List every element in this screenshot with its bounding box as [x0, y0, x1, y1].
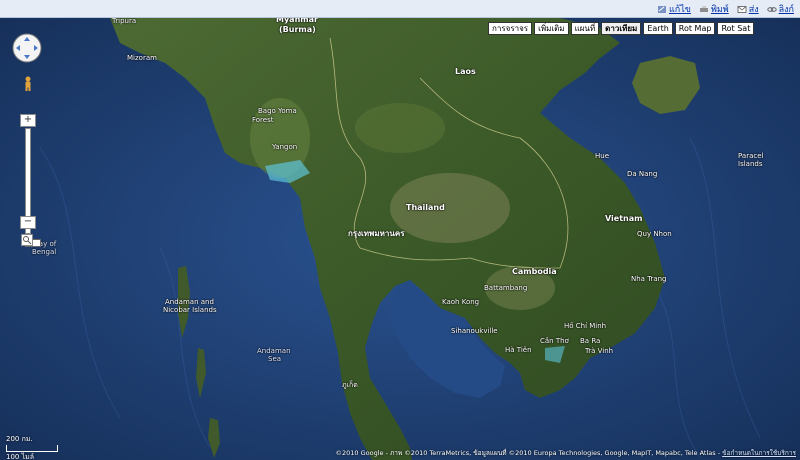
label-sihanoukville: Sihanoukville: [451, 327, 498, 335]
label-nha-trang: Nha Trang: [631, 275, 667, 283]
top-links: แก้ไข พิมพ์ ส่ง ลิงก์: [657, 2, 794, 16]
send-link[interactable]: ส่ง: [737, 2, 759, 16]
label-bangkok: กรุงเทพมหานคร: [348, 229, 405, 238]
map-type-button[interactable]: ดาวเทียม: [601, 22, 642, 35]
label-tra-vinh: Trà Vinh: [585, 347, 614, 355]
print-link[interactable]: พิมพ์: [699, 2, 729, 16]
edit-link[interactable]: แก้ไข: [657, 2, 691, 16]
scale-mi: 100 ไมล์: [6, 453, 35, 460]
label-islands: Islands: [738, 160, 763, 168]
label-can-tho: Cần Thơ: [540, 337, 569, 345]
label-sea: Sea: [268, 355, 282, 363]
map-type-button[interactable]: Earth: [643, 22, 673, 35]
map-type-button[interactable]: เพิ่มเติม: [534, 22, 569, 35]
label-ba-ra: Ba Ra: [580, 337, 601, 345]
map-type-button[interactable]: Rot Map: [674, 22, 716, 35]
zoom-in-button[interactable]: +: [20, 114, 36, 127]
mail-icon: [737, 5, 747, 13]
label-ho-chi-minh: Hồ Chí Minh: [564, 322, 607, 330]
chain-link-icon: [766, 6, 777, 12]
label-thailand: Thailand: [406, 203, 445, 212]
label-forest: Forest: [252, 116, 274, 124]
label-phuket: ภูเก็ต: [342, 381, 358, 389]
zoom-control: + −: [20, 76, 41, 248]
label-kaoh-kong: Kaoh Kong: [442, 298, 480, 306]
label-andaman-sea: Andaman: [257, 347, 291, 355]
map-type-button[interactable]: แผนที่: [570, 22, 600, 35]
label-da-nang: Da Nang: [627, 170, 658, 178]
label-cambodia: Cambodia: [512, 267, 557, 276]
copyright-notice: ©2010 Google - ภาพ ©2010 TerraMetrics, ข…: [335, 449, 796, 457]
scale-km: 200 กม.: [6, 435, 33, 443]
print-icon: [699, 5, 708, 12]
edit-icon: [658, 5, 666, 13]
label-bago-yoma: Bago Yoma: [258, 107, 297, 115]
map-app: แก้ไข พิมพ์ ส่ง ลิงก์ Tripura Mizoram My…: [0, 0, 800, 460]
top-link-bar: แก้ไข พิมพ์ ส่ง ลิงก์: [0, 0, 800, 18]
label-vietnam: Vietnam: [605, 214, 643, 223]
pegman-icon[interactable]: [21, 76, 35, 92]
label-paracel: Paracel: [738, 152, 764, 160]
pan-control[interactable]: [11, 32, 43, 64]
link-link[interactable]: ลิงก์: [766, 2, 794, 16]
label-mizoram: Mizoram: [127, 54, 157, 62]
map-type-button[interactable]: Rot Sat: [717, 22, 755, 35]
terms-link[interactable]: ข้อกำหนดในการใช้บริการ: [722, 449, 796, 457]
map-type-button[interactable]: การจราจร: [488, 22, 533, 35]
zoom-out-button[interactable]: −: [20, 216, 36, 229]
label-yangon: Yangon: [272, 143, 298, 151]
label-burma: (Burma): [279, 25, 316, 34]
label-ha-tien: Hà Tiên: [505, 346, 532, 354]
zoom-box-icon[interactable]: [21, 234, 33, 246]
scale-bar: 200 กม. 100 ไมล์: [6, 434, 58, 460]
label-battambang: Battambang: [484, 284, 528, 292]
label-nicobar-islands: Nicobar Islands: [163, 306, 217, 314]
label-quy-nhon: Quy Nhon: [637, 230, 672, 238]
label-hue: Hue: [595, 152, 610, 160]
map-type-buttons: การจราจร เพิ่มเติม แผนที่ ดาวเทียม Earth Rot …: [488, 22, 756, 35]
scale-line: [6, 445, 58, 452]
label-laos: Laos: [455, 67, 476, 76]
label-andaman-and: Andaman and: [165, 298, 214, 306]
label-bengal: Bengal: [32, 248, 57, 256]
label-tripura: Tripura: [112, 17, 137, 25]
